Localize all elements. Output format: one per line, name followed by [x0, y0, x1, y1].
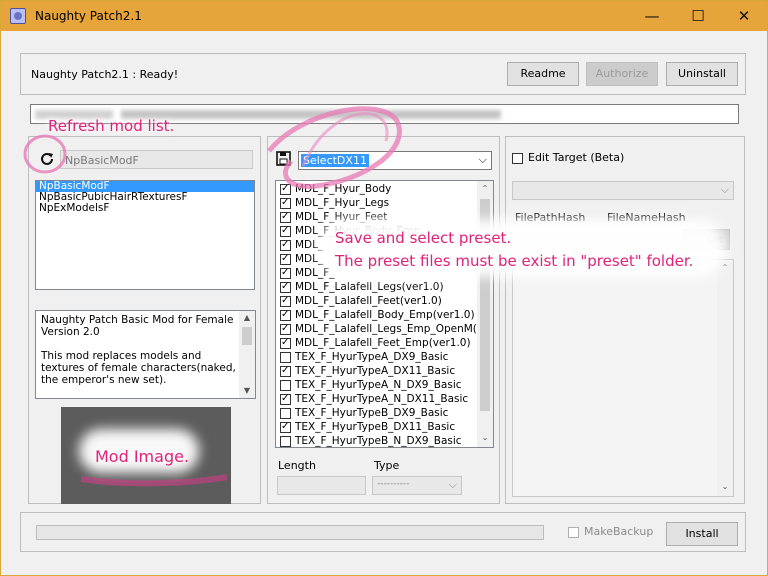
- annotation-preset-line1: Save and select preset.: [335, 229, 512, 247]
- annotation-strokes: [23, 106, 402, 487]
- annotation-preset-line2: The preset files must be exist in "prese…: [335, 252, 694, 270]
- app-window: Naughty Patch2.1 — ☐ ✕ Naughty Patch2.1 …: [0, 0, 768, 576]
- annotation-mod-image: Mod Image.: [95, 447, 190, 466]
- annotation-refresh: Refresh mod list.: [48, 117, 175, 135]
